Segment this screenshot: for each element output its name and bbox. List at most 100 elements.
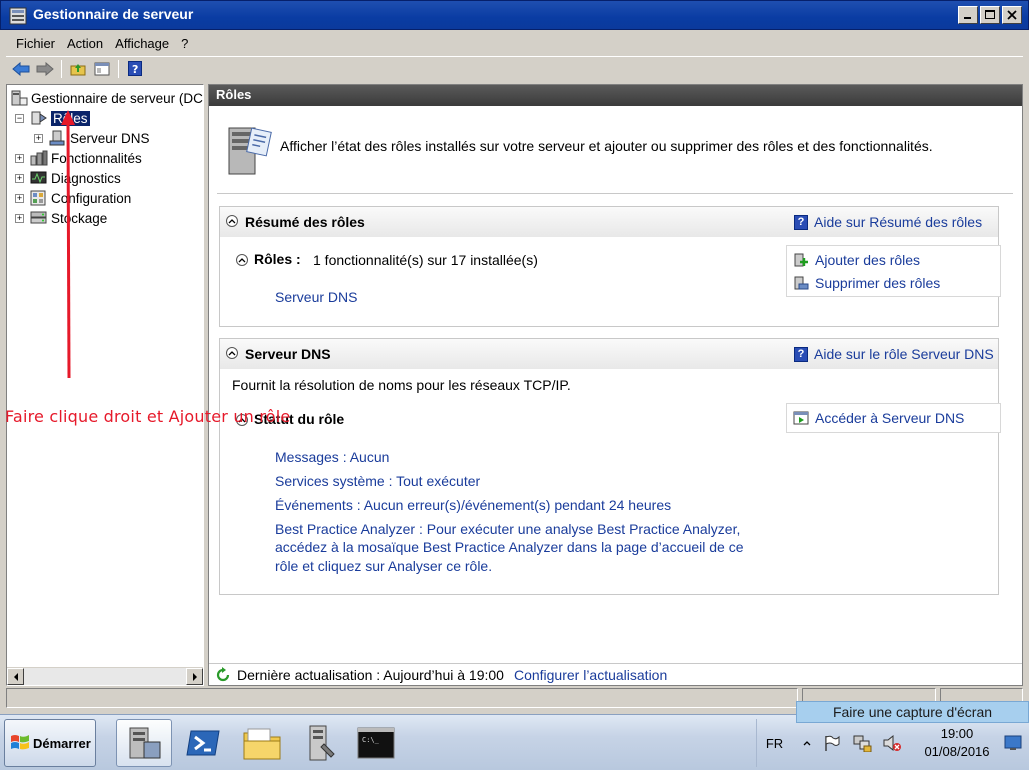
forward-button[interactable] bbox=[34, 59, 56, 79]
clock-date: 01/08/2016 bbox=[924, 744, 990, 759]
help-link-label: Aide sur Résumé des rôles bbox=[814, 214, 983, 230]
toolbar-separator bbox=[118, 59, 119, 78]
events-link[interactable]: Événements : Aucun erreur(s)/événement(s… bbox=[275, 497, 671, 513]
action-center-tray[interactable] bbox=[822, 733, 842, 753]
tree-item-dns-server[interactable]: + Serveur DNS bbox=[34, 128, 150, 148]
tree-root-label: Gestionnaire de serveur (DC bbox=[31, 90, 203, 106]
services-link[interactable]: Services système : Tout exécuter bbox=[275, 473, 480, 489]
clock-time: 19:00 bbox=[940, 726, 974, 741]
roles-icon bbox=[31, 111, 47, 125]
bpa-link-line2[interactable]: accédez à la mosaïque Best Practice Anal… bbox=[275, 539, 744, 555]
remove-roles-icon bbox=[794, 276, 809, 290]
dns-server-link[interactable]: Serveur DNS bbox=[275, 289, 357, 305]
tree-item-label: Configuration bbox=[51, 190, 132, 206]
roles-actions: Ajouter des rôles Supprimer des rôles bbox=[786, 245, 1001, 297]
expand-toggle[interactable]: + bbox=[15, 193, 24, 203]
collapse-section-button[interactable] bbox=[226, 215, 238, 227]
show-hidden-icons-button[interactable] bbox=[797, 733, 817, 753]
tree-item-roles[interactable]: − Rôles bbox=[15, 108, 90, 128]
clock[interactable]: 19:00 01/08/2016 bbox=[912, 725, 1002, 761]
folder-icon bbox=[243, 728, 281, 760]
goto-dns-action[interactable]: Accéder à Serveur DNS bbox=[793, 410, 964, 426]
configure-refresh-link[interactable]: Configurer l’actualisation bbox=[514, 667, 667, 683]
tree-item-features[interactable]: + Fonctionnalités bbox=[15, 148, 142, 168]
windows-logo-icon bbox=[11, 735, 29, 750]
features-icon bbox=[30, 150, 48, 166]
tree-item-diagnostics[interactable]: + Diagnostics bbox=[15, 168, 121, 188]
add-roles-link[interactable]: Ajouter des rôles bbox=[815, 252, 920, 268]
close-button[interactable] bbox=[1002, 6, 1022, 24]
network-tray[interactable] bbox=[852, 733, 872, 753]
taskbar-powershell[interactable] bbox=[175, 719, 231, 767]
screenshot-capture-banner[interactable]: Faire une capture d'écran bbox=[796, 701, 1029, 723]
svg-text:C:\_: C:\_ bbox=[362, 736, 380, 744]
show-hide-tree-button[interactable] bbox=[91, 59, 113, 79]
maximize-button[interactable] bbox=[980, 6, 1000, 24]
help-button[interactable]: ? bbox=[124, 59, 146, 79]
remove-roles-action[interactable]: Supprimer des rôles bbox=[793, 275, 940, 291]
collapse-section-button[interactable] bbox=[226, 347, 238, 359]
forward-arrow-icon bbox=[36, 61, 54, 76]
server-manager-icon bbox=[9, 7, 27, 25]
dns-help-link[interactable]: ? Aide sur le rôle Serveur DNS bbox=[794, 346, 994, 362]
remove-roles-link[interactable]: Supprimer des rôles bbox=[815, 275, 940, 291]
dns-actions: Accéder à Serveur DNS bbox=[786, 403, 1001, 433]
horizontal-scrollbar[interactable] bbox=[7, 667, 203, 685]
back-arrow-icon bbox=[12, 61, 30, 76]
back-button[interactable] bbox=[10, 59, 32, 79]
menu-affichage[interactable]: Affichage bbox=[109, 36, 175, 51]
expand-toggle[interactable]: + bbox=[15, 213, 24, 223]
tree-item-storage[interactable]: + Stockage bbox=[15, 208, 107, 228]
messages-link[interactable]: Messages : Aucun bbox=[275, 449, 389, 465]
chevron-up-icon bbox=[238, 258, 246, 263]
scroll-left-button[interactable] bbox=[7, 668, 24, 685]
tree-item-label: Serveur DNS bbox=[70, 130, 150, 146]
help-icon: ? bbox=[794, 346, 808, 362]
folder-up-icon bbox=[70, 63, 86, 75]
roles-label: Rôles : bbox=[254, 251, 301, 267]
collapse-roles-button[interactable] bbox=[236, 254, 248, 266]
bpa-link-line3[interactable]: rôle et cliquez sur Analyser ce rôle. bbox=[275, 558, 492, 574]
taskbar-explorer[interactable] bbox=[234, 719, 290, 767]
main-area: Gestionnaire de serveur (DC − Rôles + Se… bbox=[6, 82, 1023, 686]
tree-root[interactable]: Gestionnaire de serveur (DC bbox=[10, 88, 203, 108]
expand-toggle[interactable]: + bbox=[15, 153, 24, 163]
toolbar-separator bbox=[61, 59, 62, 78]
menu-fichier[interactable]: Fichier bbox=[10, 36, 61, 51]
dns-server-section: Serveur DNS ? Aide sur le rôle Serveur D… bbox=[219, 338, 1001, 595]
arrow-left-icon bbox=[13, 672, 18, 681]
up-folder-button[interactable] bbox=[67, 59, 89, 79]
content-body: Afficher l’état des rôles installés sur … bbox=[209, 106, 1022, 663]
goto-console-icon bbox=[793, 411, 809, 425]
taskbar-cmd[interactable]: C:\_ bbox=[348, 719, 404, 767]
svg-text:?: ? bbox=[132, 63, 138, 76]
menu-action[interactable]: Action bbox=[61, 36, 109, 51]
toolbar: ? bbox=[6, 56, 1023, 80]
expand-toggle[interactable]: + bbox=[34, 133, 43, 143]
minimize-icon bbox=[964, 17, 971, 19]
volume-tray[interactable] bbox=[882, 733, 902, 753]
collapse-toggle[interactable]: − bbox=[15, 113, 24, 123]
taskbar-server-tools[interactable] bbox=[292, 719, 348, 767]
add-roles-icon bbox=[794, 253, 808, 267]
window-title: Gestionnaire de serveur bbox=[33, 6, 194, 22]
chevron-up-icon bbox=[228, 351, 236, 356]
start-label: Démarrer bbox=[33, 735, 91, 751]
bpa-link-line1[interactable]: Best Practice Analyzer : Pour exécuter u… bbox=[275, 521, 740, 537]
add-roles-action[interactable]: Ajouter des rôles bbox=[793, 252, 920, 268]
start-button[interactable]: Démarrer bbox=[4, 719, 96, 767]
language-indicator[interactable]: FR bbox=[756, 719, 792, 767]
refresh-icon bbox=[216, 666, 230, 681]
section-title: Résumé des rôles bbox=[245, 214, 365, 230]
taskbar-server-manager[interactable] bbox=[116, 719, 172, 767]
section-header: Résumé des rôles ? Aide sur Résumé des r… bbox=[220, 207, 998, 237]
show-desktop-icon[interactable] bbox=[1004, 735, 1022, 751]
goto-dns-link[interactable]: Accéder à Serveur DNS bbox=[815, 410, 964, 426]
expand-toggle[interactable]: + bbox=[15, 173, 24, 183]
tree-item-configuration[interactable]: + Configuration bbox=[15, 188, 131, 208]
menu-help[interactable]: ? bbox=[175, 36, 194, 51]
roles-summary-help-link[interactable]: ? Aide sur Résumé des rôles bbox=[794, 214, 982, 230]
scroll-right-button[interactable] bbox=[186, 668, 203, 685]
minimize-button[interactable] bbox=[958, 6, 978, 24]
command-prompt-icon: C:\_ bbox=[357, 727, 395, 759]
